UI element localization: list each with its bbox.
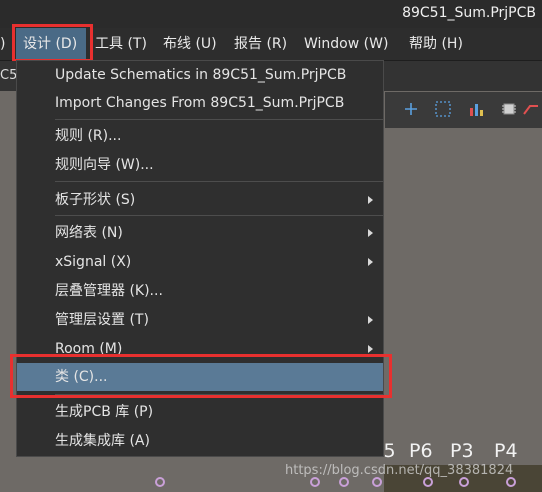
submenu-arrow-icon [368, 196, 373, 204]
bar-chart-icon[interactable] [465, 98, 487, 120]
pad-icon[interactable] [310, 477, 320, 487]
pad-icon[interactable] [423, 477, 433, 487]
menu-item-xsignal[interactable]: xSignal (X) [17, 248, 383, 276]
pcb-toolbar [385, 92, 542, 128]
menu-tools[interactable]: 工具 (T) [95, 28, 147, 60]
menu-item-room[interactable]: Room (M) [17, 335, 383, 363]
pad-icon[interactable] [372, 477, 382, 487]
watermark: https://blog.csdn.net/qq_38381824 [285, 463, 514, 478]
select-rect-icon[interactable] [432, 98, 454, 120]
menu-item-label: 规则 (R)... [55, 128, 122, 144]
menu-separator [55, 181, 383, 182]
menu-route[interactable]: 布线 (U) [163, 28, 217, 60]
menu-item-label: 规则向导 (W)... [55, 157, 154, 173]
submenu-arrow-icon [368, 345, 373, 353]
submenu-arrow-icon [368, 316, 373, 324]
designator-p4[interactable]: P4 [494, 440, 518, 462]
menu-item-label: 生成集成库 (A) [55, 433, 150, 449]
menu-item-truncated[interactable]: ) [0, 28, 5, 60]
designator-p6[interactable]: P6 [409, 440, 433, 462]
title-bar: 89C51_Sum.PrjPCB [0, 0, 542, 28]
menu-separator [55, 119, 383, 120]
menu-item-make-integrated-library[interactable]: 生成集成库 (A) [17, 427, 383, 455]
menu-item-classes[interactable]: 类 (C)... [17, 363, 383, 391]
pad-icon[interactable] [155, 477, 165, 487]
menu-item-update-schematics[interactable]: Update Schematics in 89C51_Sum.PrjPCB [17, 61, 383, 89]
menu-item-label: xSignal (X) [55, 254, 132, 270]
designator-p3[interactable]: P3 [450, 440, 474, 462]
menu-item-board-shape[interactable]: 板子形状 (S) [17, 186, 383, 214]
menu-window[interactable]: Window (W) [304, 28, 388, 60]
pad-icon[interactable] [339, 477, 349, 487]
menu-item-label: 板子形状 (S) [55, 192, 136, 208]
menu-item-import-changes[interactable]: Import Changes From 89C51_Sum.PrjPCB [17, 89, 383, 117]
menu-separator [55, 394, 383, 395]
submenu-arrow-icon [368, 229, 373, 237]
pad-icon[interactable] [506, 477, 516, 487]
menu-item-rules-wizard[interactable]: 规则向导 (W)... [17, 151, 383, 179]
window-title: 89C51_Sum.PrjPCB [402, 5, 536, 21]
menu-reports[interactable]: 报告 (R) [234, 28, 287, 60]
menu-item-label: 层叠管理器 (K)... [55, 283, 163, 299]
menu-help[interactable]: 帮助 (H) [409, 28, 463, 60]
menu-item-label: Room (M) [55, 341, 123, 357]
menu-item-make-pcb-library[interactable]: 生成PCB 库 (P) [17, 398, 383, 426]
menu-item-label: 生成PCB 库 (P) [55, 404, 154, 420]
wire-icon[interactable] [520, 98, 542, 120]
menu-item-label: Import Changes From 89C51_Sum.PrjPCB [55, 95, 345, 111]
menu-item-label: 网络表 (N) [55, 225, 123, 241]
menu-item-manage-layer-sets[interactable]: 管理层设置 (T) [17, 306, 383, 334]
menu-item-label: 管理层设置 (T) [55, 312, 149, 328]
menu-item-layer-stack-manager[interactable]: 层叠管理器 (K)... [17, 277, 383, 305]
menu-separator [55, 215, 383, 216]
menu-bar: ) 设计 (D) 工具 (T) 布线 (U) 报告 (R) Window (W)… [0, 28, 542, 61]
component-icon[interactable] [498, 98, 520, 120]
menu-item-rules[interactable]: 规则 (R)... [17, 122, 383, 150]
menu-item-netlist[interactable]: 网络表 (N) [17, 219, 383, 247]
menu-design[interactable]: 设计 (D) [16, 28, 86, 60]
plus-icon[interactable] [400, 98, 422, 120]
menu-item-label: Update Schematics in 89C51_Sum.PrjPCB [55, 67, 347, 83]
submenu-arrow-icon [368, 258, 373, 266]
design-dropdown-menu: Update Schematics in 89C51_Sum.PrjPCB Im… [16, 60, 384, 457]
menu-item-label: 类 (C)... [55, 369, 108, 385]
pad-icon[interactable] [459, 477, 469, 487]
